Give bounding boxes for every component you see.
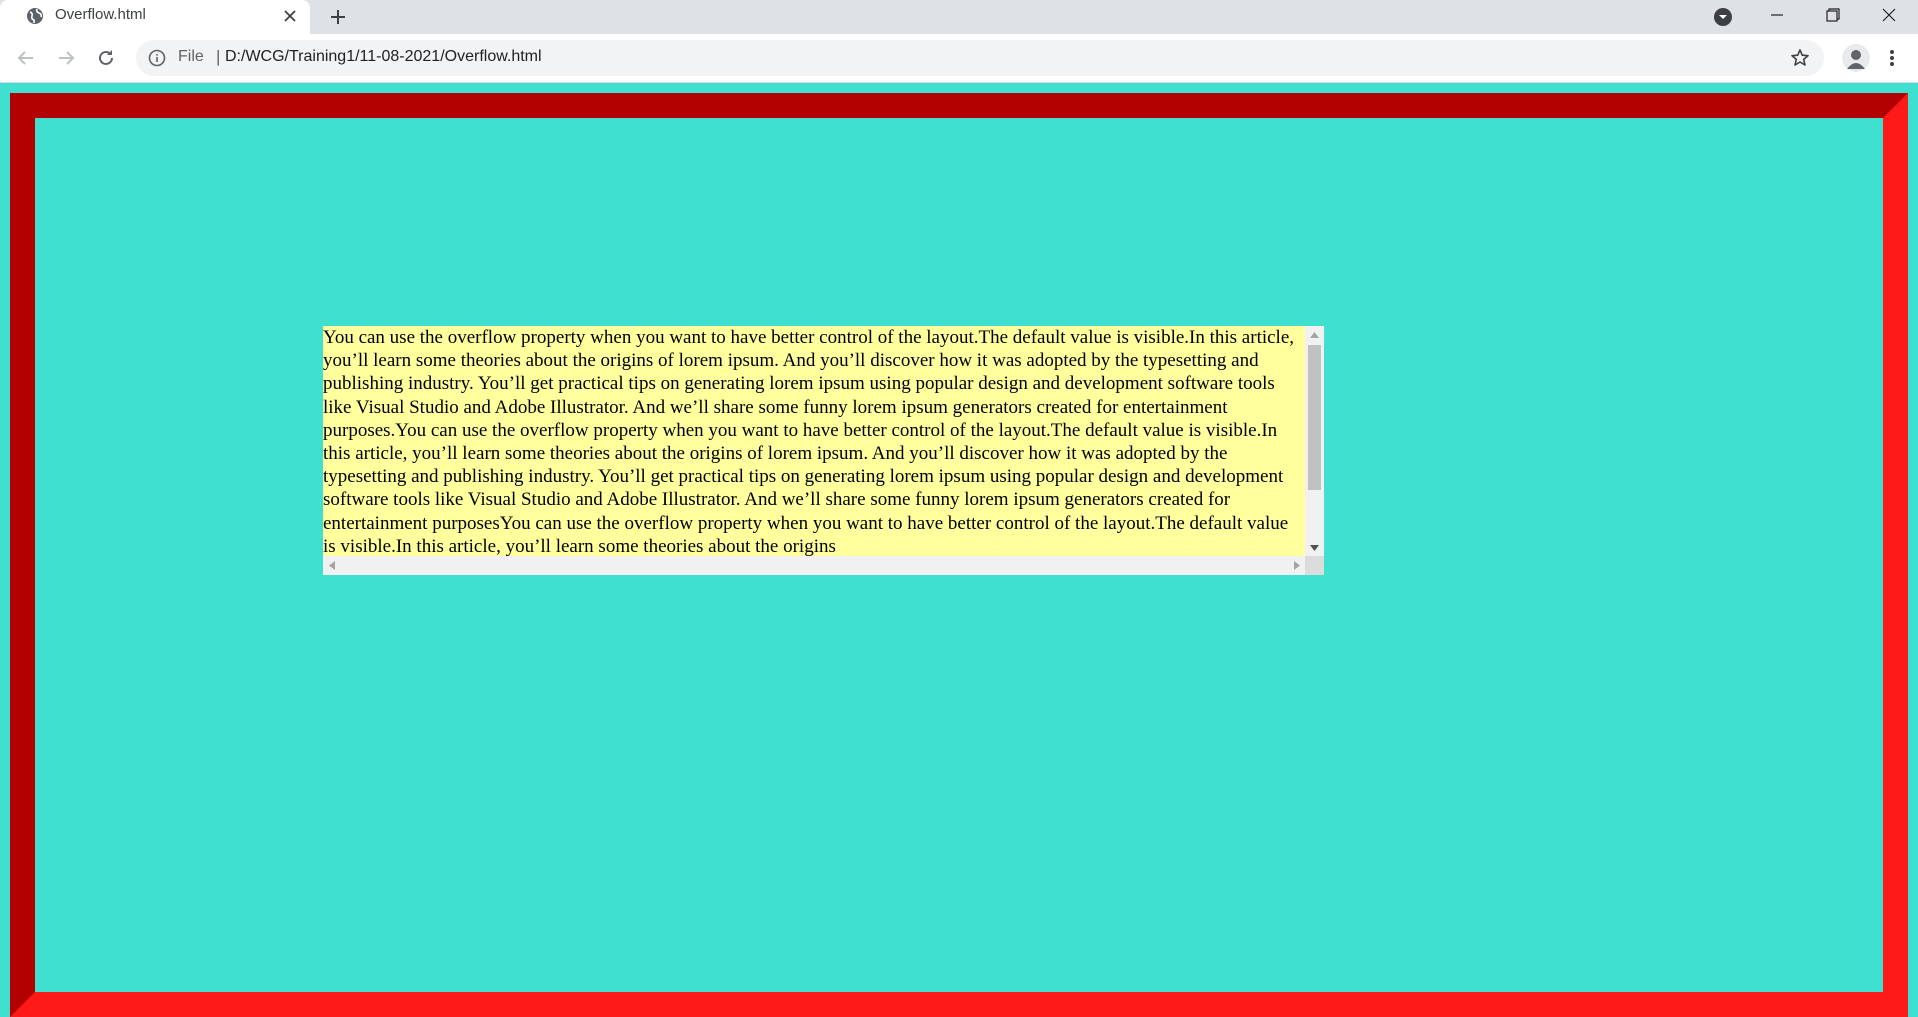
scroll-up-arrow-icon[interactable] [1305, 326, 1324, 343]
back-arrow-left-icon[interactable] [14, 46, 38, 70]
scheme-label: File [178, 48, 204, 65]
tab-title: Overflow.html [55, 6, 146, 23]
browser-tab[interactable]: Overflow.html [0, 0, 310, 34]
info-icon[interactable] [148, 49, 166, 67]
vertical-scrollbar[interactable] [1305, 326, 1324, 556]
tab-strip: Overflow.html [0, 0, 1918, 34]
overflow-box[interactable]: You can use the overflow property when y… [323, 326, 1324, 575]
kebab-menu-icon[interactable] [1880, 46, 1904, 70]
overflow-text: You can use the overflow property when y… [323, 327, 1295, 556]
url-text[interactable]: D:/WCG/Training1/11-08-2021/Overflow.htm… [225, 48, 542, 66]
new-tab-plus-icon[interactable] [326, 5, 350, 29]
globe-icon [26, 7, 44, 25]
tab-search-chevron-down-circle-icon[interactable] [1711, 5, 1735, 29]
minimize-icon[interactable] [1752, 0, 1802, 30]
reload-icon[interactable] [94, 46, 118, 70]
scroll-right-arrow-icon[interactable] [1288, 556, 1305, 575]
restore-icon[interactable] [1808, 0, 1858, 30]
outer-frame: You can use the overflow property when y… [10, 93, 1908, 1017]
url-separator: | [216, 47, 221, 66]
address-bar[interactable]: File | D:/WCG/Training1/11-08-2021/Overf… [136, 40, 1824, 76]
browser-toolbar: File | D:/WCG/Training1/11-08-2021/Overf… [0, 34, 1918, 83]
page-viewport: You can use the overflow property when y… [0, 83, 1918, 1017]
horizontal-scrollbar[interactable] [323, 556, 1305, 575]
scroll-down-arrow-icon[interactable] [1305, 539, 1324, 556]
scroll-left-arrow-icon[interactable] [323, 556, 340, 575]
bookmark-star-icon[interactable] [1789, 47, 1811, 69]
tab-close-icon[interactable] [280, 6, 300, 26]
scrollbar-corner [1305, 556, 1324, 575]
forward-arrow-right-icon[interactable] [54, 46, 78, 70]
vertical-scroll-thumb[interactable] [1308, 345, 1321, 490]
window-close-icon[interactable] [1864, 0, 1914, 30]
profile-person-icon[interactable] [1842, 44, 1870, 72]
